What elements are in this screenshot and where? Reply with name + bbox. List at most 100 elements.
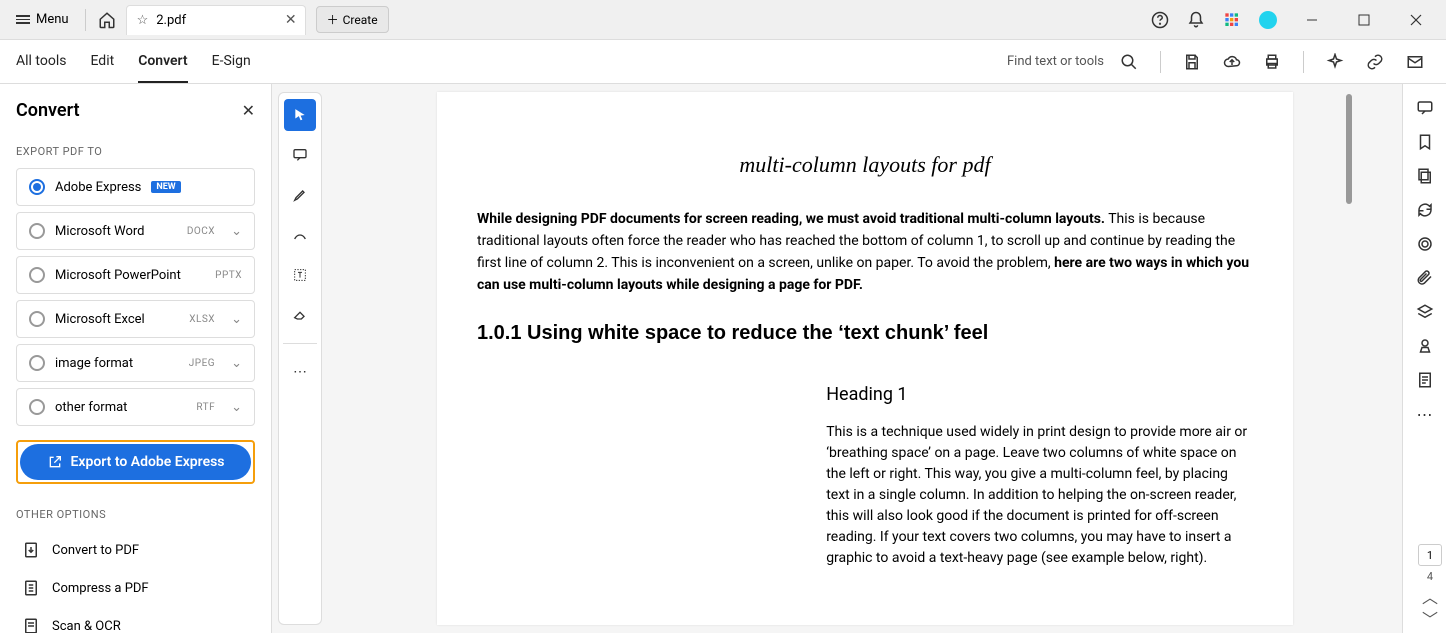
search-icon: [1120, 53, 1138, 71]
export-option-image[interactable]: image format JPEG ⌄: [16, 344, 255, 382]
tool-text[interactable]: [284, 259, 316, 291]
option-label: image format: [55, 356, 133, 371]
chevron-down-icon: ⌄: [231, 224, 242, 239]
print-button[interactable]: [1257, 47, 1287, 77]
close-window-button[interactable]: [1394, 5, 1438, 35]
menu-button[interactable]: Menu: [6, 8, 79, 31]
comment-icon: [1416, 99, 1434, 117]
tool-draw[interactable]: [284, 219, 316, 251]
scroll-thumb[interactable]: [1346, 94, 1352, 204]
tool-comment[interactable]: [284, 139, 316, 171]
doc-col-right: Heading 1 This is a technique used widel…: [826, 381, 1253, 569]
new-badge: NEW: [151, 181, 180, 193]
create-label: Create: [343, 13, 378, 27]
link-icon: [1366, 53, 1384, 71]
rail-document[interactable]: [1409, 366, 1441, 394]
mail-icon: [1406, 53, 1424, 71]
plus-icon: ＋: [327, 11, 339, 28]
create-button[interactable]: ＋ Create: [316, 6, 389, 33]
tool-erase[interactable]: [284, 299, 316, 331]
apps-button[interactable]: [1218, 6, 1246, 34]
radio-icon: [29, 311, 45, 327]
panel-close-button[interactable]: ✕: [242, 101, 255, 120]
document-tab[interactable]: ☆ 2.pdf ✕: [126, 5, 306, 35]
document-area: multi-column layouts for pdf While desig…: [328, 84, 1402, 633]
tab-convert[interactable]: Convert: [138, 41, 187, 83]
tool-select[interactable]: [284, 99, 316, 131]
external-link-icon: [47, 454, 63, 470]
option-label: Adobe Express: [55, 180, 141, 195]
help-button[interactable]: [1146, 6, 1174, 34]
tool-more[interactable]: ⋯: [284, 356, 316, 388]
document-page[interactable]: multi-column layouts for pdf While desig…: [437, 92, 1293, 625]
page-up-button[interactable]: ︿: [1418, 587, 1442, 605]
save-button[interactable]: [1177, 47, 1207, 77]
target-icon: [1416, 235, 1434, 253]
export-option-word[interactable]: Microsoft Word DOCX ⌄: [16, 212, 255, 250]
panel-title: Convert ✕: [16, 100, 255, 121]
cloud-button[interactable]: [1217, 47, 1247, 77]
tab-close-icon[interactable]: ✕: [285, 12, 297, 28]
export-option-excel[interactable]: Microsoft Excel XLSX ⌄: [16, 300, 255, 338]
cursor-icon: [293, 108, 307, 122]
tab-esign[interactable]: E-Sign: [212, 41, 251, 83]
notifications-button[interactable]: [1182, 6, 1210, 34]
rail-bookmark[interactable]: [1409, 128, 1441, 156]
doc-paragraph: While designing PDF documents for screen…: [477, 208, 1253, 296]
document-icon: [1416, 371, 1434, 389]
other-option-label: Convert to PDF: [52, 543, 139, 558]
hamburger-icon: [16, 15, 30, 24]
export-option-powerpoint[interactable]: Microsoft PowerPoint PPTX: [16, 256, 255, 294]
tab-all-tools[interactable]: All tools: [16, 41, 66, 83]
option-label: other format: [55, 400, 127, 415]
rail-target[interactable]: [1409, 230, 1441, 258]
bell-icon: [1187, 11, 1205, 29]
rail-more[interactable]: ⋯: [1409, 400, 1441, 428]
link-button[interactable]: [1360, 47, 1390, 77]
rail-layers[interactable]: [1409, 298, 1441, 326]
other-convert-to-pdf[interactable]: Convert to PDF: [16, 531, 255, 569]
option-label: Microsoft Word: [55, 224, 145, 239]
account-button[interactable]: [1254, 6, 1282, 34]
dots-icon: ⋯: [1417, 405, 1433, 424]
rail-refresh[interactable]: [1409, 196, 1441, 224]
tool-toolbar: All tools Edit Convert E-Sign Find text …: [0, 40, 1446, 84]
page-down-button[interactable]: ﹀: [1418, 609, 1442, 627]
doc-bold1: While designing PDF documents for screen…: [477, 211, 1105, 227]
stamp-icon: [1416, 337, 1434, 355]
rail-stamp[interactable]: [1409, 332, 1441, 360]
minimize-button[interactable]: [1290, 5, 1334, 35]
home-button[interactable]: [92, 5, 122, 35]
rail-attach[interactable]: [1409, 264, 1441, 292]
tab-edit[interactable]: Edit: [90, 41, 114, 83]
chevron-down-icon: ⌄: [231, 312, 242, 327]
maximize-button[interactable]: [1342, 5, 1386, 35]
export-button[interactable]: Export to Adobe Express: [20, 444, 251, 480]
tool-highlight[interactable]: [284, 179, 316, 211]
scan-icon: [22, 617, 40, 633]
format-label: XLSX: [189, 314, 215, 325]
rail-comment[interactable]: [1409, 94, 1441, 122]
search-button[interactable]: [1114, 47, 1144, 77]
format-label: RTF: [196, 402, 215, 413]
share-button[interactable]: [1400, 47, 1430, 77]
scrollbar[interactable]: [1344, 94, 1354, 633]
star-icon[interactable]: ☆: [137, 13, 149, 28]
export-option-adobe-express[interactable]: Adobe Express NEW: [16, 168, 255, 206]
sparkle-icon: [1326, 53, 1344, 71]
format-label: JPEG: [189, 358, 215, 369]
other-scan-ocr[interactable]: Scan & OCR: [16, 607, 255, 633]
right-rail: ⋯ 1 4 ︿ ﹀: [1402, 84, 1446, 633]
rail-copy[interactable]: [1409, 162, 1441, 190]
panel-title-text: Convert: [16, 100, 80, 121]
radio-icon: [29, 179, 45, 195]
toolbar-right: Find text or tools: [1007, 47, 1430, 77]
doc-title: multi-column layouts for pdf: [477, 152, 1253, 178]
export-option-other[interactable]: other format RTF ⌄: [16, 388, 255, 426]
tool-tabs: All tools Edit Convert E-Sign: [16, 41, 251, 83]
other-compress-pdf[interactable]: Compress a PDF: [16, 569, 255, 607]
print-icon: [1263, 53, 1281, 71]
page-current-input[interactable]: 1: [1418, 544, 1442, 566]
ai-button[interactable]: [1320, 47, 1350, 77]
convert-icon: [22, 541, 40, 559]
